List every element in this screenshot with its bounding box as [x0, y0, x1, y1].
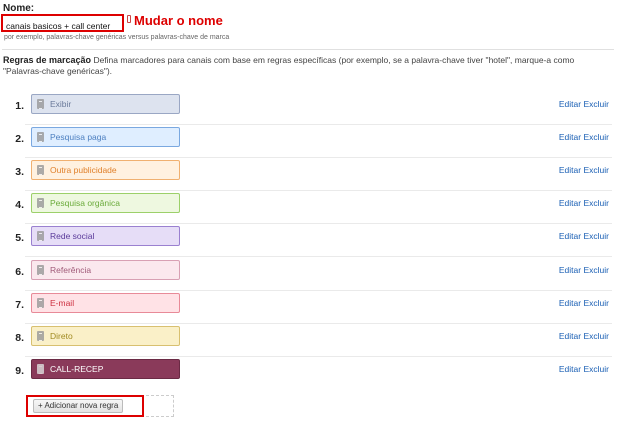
- delete-link[interactable]: Excluir: [583, 198, 609, 208]
- rule-number: 3.: [15, 166, 24, 178]
- rule-channel-name: Direto: [50, 331, 73, 341]
- rule-actions: Editar Excluir: [559, 231, 609, 241]
- drag-handle-icon[interactable]: [37, 231, 44, 241]
- edit-link[interactable]: Editar: [559, 99, 581, 109]
- add-rule-button[interactable]: + Adicionar nova regra: [33, 399, 124, 413]
- rule-actions: Editar Excluir: [559, 165, 609, 175]
- delete-link[interactable]: Excluir: [583, 165, 609, 175]
- delete-link[interactable]: Excluir: [583, 298, 609, 308]
- rule-channel-label[interactable]: E-mail: [31, 293, 180, 313]
- drag-handle-icon[interactable]: [37, 265, 44, 275]
- rules-title: Regras de marcação: [3, 55, 92, 65]
- edit-link[interactable]: Editar: [559, 364, 581, 374]
- rule-number: 7.: [15, 299, 24, 311]
- rule-channel-name: Pesquisa paga: [50, 132, 107, 142]
- rule-channel-label[interactable]: Referência: [31, 260, 180, 280]
- rule-number: 2.: [15, 133, 24, 145]
- rule-number: 1.: [15, 100, 24, 112]
- rule-number: 8.: [15, 332, 24, 344]
- rule-number: 4.: [15, 199, 24, 211]
- rule-channel-label[interactable]: CALL-RECEP: [31, 359, 180, 379]
- rule-channel-label[interactable]: Outra publicidade: [31, 160, 180, 180]
- name-field-highlight: [1, 14, 124, 33]
- rule-channel-label[interactable]: Exibir: [31, 94, 180, 114]
- rule-number: 9.: [15, 365, 24, 377]
- edit-link[interactable]: Editar: [559, 198, 581, 208]
- rule-row: 4. Pesquisa orgânica Editar Excluir: [0, 191, 616, 224]
- drag-handle-icon[interactable]: [37, 364, 44, 374]
- delete-link[interactable]: Excluir: [583, 265, 609, 275]
- rule-number: 5.: [15, 232, 24, 244]
- required-marker-icon: [127, 15, 131, 23]
- rule-row: 5. Rede social Editar Excluir: [0, 224, 616, 257]
- drag-handle-icon[interactable]: [37, 331, 44, 341]
- rule-channel-name: Referência: [50, 265, 92, 275]
- drag-handle-icon[interactable]: [37, 165, 44, 175]
- edit-link[interactable]: Editar: [559, 265, 581, 275]
- rule-channel-label[interactable]: Rede social: [31, 226, 180, 246]
- rules-header: Regras de marcação Defina marcadores par…: [3, 55, 613, 77]
- rule-row: 1. Exibir Editar Excluir: [0, 92, 616, 125]
- rule-actions: Editar Excluir: [559, 265, 609, 275]
- rule-channel-label[interactable]: Direto: [31, 326, 180, 346]
- rename-annotation: Mudar o nome: [134, 13, 223, 28]
- rule-channel-name: Rede social: [50, 231, 95, 241]
- name-help-text: por exemplo, palavras-chave genéricas ve…: [4, 34, 230, 41]
- rule-actions: Editar Excluir: [559, 298, 609, 308]
- rule-row: 3. Outra publicidade Editar Excluir: [0, 158, 616, 191]
- delete-link[interactable]: Excluir: [583, 132, 609, 142]
- edit-link[interactable]: Editar: [559, 165, 581, 175]
- name-field[interactable]: [3, 19, 122, 33]
- rule-actions: Editar Excluir: [559, 99, 609, 109]
- delete-link[interactable]: Excluir: [583, 331, 609, 341]
- name-label: Nome:: [3, 3, 35, 14]
- rule-row: 7. E-mail Editar Excluir: [0, 291, 616, 324]
- rule-number: 6.: [15, 266, 24, 278]
- rule-channel-name: CALL-RECEP: [50, 364, 104, 374]
- row-divider: [25, 256, 612, 257]
- rule-actions: Editar Excluir: [559, 132, 609, 142]
- drag-handle-icon[interactable]: [37, 198, 44, 208]
- delete-link[interactable]: Excluir: [583, 99, 609, 109]
- rule-row: 9. CALL-RECEP Editar Excluir: [0, 357, 616, 390]
- drag-handle-icon[interactable]: [37, 132, 44, 142]
- delete-link[interactable]: Excluir: [583, 364, 609, 374]
- edit-link[interactable]: Editar: [559, 331, 581, 341]
- rule-channel-name: E-mail: [50, 298, 75, 308]
- section-divider: [2, 49, 614, 50]
- rule-channel-name: Pesquisa orgânica: [50, 198, 120, 208]
- rule-channel-label[interactable]: Pesquisa paga: [31, 127, 180, 147]
- rule-row: 2. Pesquisa paga Editar Excluir: [0, 125, 616, 158]
- edit-link[interactable]: Editar: [559, 132, 581, 142]
- rule-channel-label[interactable]: Pesquisa orgânica: [31, 193, 180, 213]
- rule-row: 6. Referência Editar Excluir: [0, 258, 616, 291]
- rule-actions: Editar Excluir: [559, 198, 609, 208]
- delete-link[interactable]: Excluir: [583, 231, 609, 241]
- edit-link[interactable]: Editar: [559, 231, 581, 241]
- rule-actions: Editar Excluir: [559, 364, 609, 374]
- rule-channel-name: Exibir: [50, 99, 72, 109]
- rule-channel-name: Outra publicidade: [50, 165, 117, 175]
- edit-link[interactable]: Editar: [559, 298, 581, 308]
- rule-row: 8. Direto Editar Excluir: [0, 324, 616, 357]
- drag-handle-icon[interactable]: [37, 99, 44, 109]
- rule-actions: Editar Excluir: [559, 331, 609, 341]
- drag-handle-icon[interactable]: [37, 298, 44, 308]
